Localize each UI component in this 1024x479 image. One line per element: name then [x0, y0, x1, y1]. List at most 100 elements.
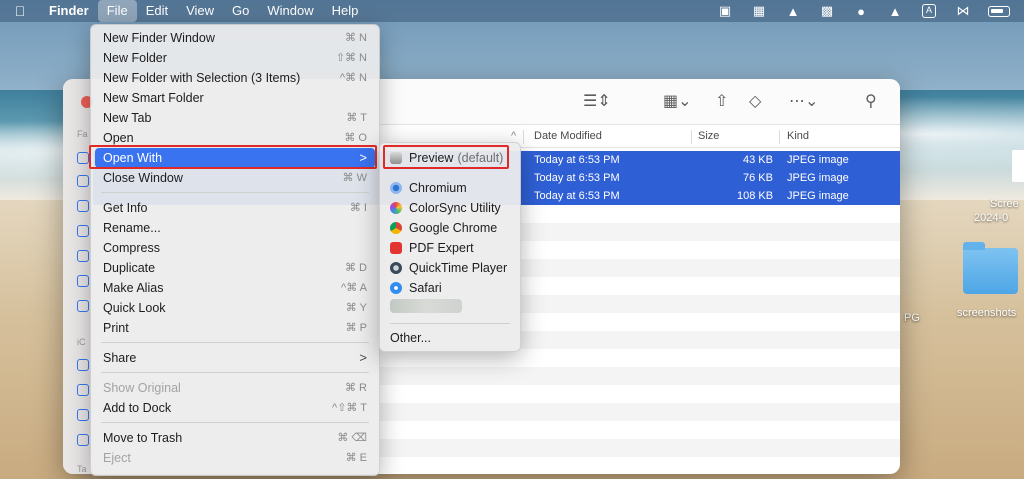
- menu-item-compress[interactable]: Compress: [91, 238, 379, 258]
- menu-item-label: New Folder: [103, 51, 167, 65]
- menu-separator: [101, 342, 369, 343]
- wechat-icon[interactable]: ●: [844, 4, 878, 19]
- row-date: Today at 6:53 PM: [534, 172, 620, 184]
- menu-shortcut: ⌘ I: [349, 202, 367, 214]
- chrome-icon: [390, 222, 402, 234]
- sidebar-icloud-icon[interactable]: [77, 359, 89, 371]
- sidebar-documents-icon[interactable]: [77, 275, 89, 287]
- penguin-icon[interactable]: ▲: [776, 4, 810, 19]
- annotation-box-preview: [383, 145, 509, 169]
- sidebar-home-icon[interactable]: [77, 300, 89, 312]
- upload-icon[interactable]: ▲: [878, 4, 912, 19]
- menu-file[interactable]: File: [97, 0, 137, 22]
- menu-item-duplicate[interactable]: Duplicate ⌘ D: [91, 258, 379, 278]
- menu-item-new-tab[interactable]: New Tab ⌘ T: [91, 108, 379, 128]
- menu-item-show-original: Show Original ⌘ R: [91, 378, 379, 398]
- menu-shortcut: ⌘ Y: [345, 302, 367, 314]
- row-size: 76 KB: [743, 172, 773, 184]
- sort-chevron-icon[interactable]: ^: [511, 130, 516, 142]
- submenu-item-colorsync[interactable]: ColorSync Utility: [390, 198, 501, 218]
- pdf-expert-icon: [390, 242, 402, 254]
- menu-item-get-info[interactable]: Get Info ⌘ I: [91, 198, 379, 218]
- sidebar-airdrop-icon[interactable]: [77, 152, 89, 164]
- menu-help[interactable]: Help: [323, 0, 368, 22]
- menu-item-label: Open: [103, 131, 134, 145]
- row-kind: JPEG image: [787, 154, 849, 166]
- menu-shortcut: ⌘ R: [345, 382, 367, 394]
- submenu-item-label: Other...: [390, 331, 431, 345]
- menu-item-print[interactable]: Print ⌘ P: [91, 318, 379, 338]
- menu-item-label: Add to Dock: [103, 401, 172, 415]
- menu-item-label: Show Original: [103, 381, 181, 395]
- menu-item-make-alias[interactable]: Make Alias ^⌘ A: [91, 278, 379, 298]
- column-size[interactable]: Size: [698, 130, 719, 142]
- desktop-file-label-2: 2024-0: [974, 212, 1009, 224]
- menu-item-new-finder-window[interactable]: New Finder Window ⌘ N: [91, 28, 379, 48]
- sidebar-applications-icon[interactable]: [77, 200, 89, 212]
- menu-shortcut: ⌘ D: [345, 262, 367, 274]
- grid-icon[interactable]: ▩: [810, 3, 844, 19]
- menu-item-label: New Smart Folder: [103, 91, 204, 105]
- menu-finder[interactable]: Finder: [40, 0, 98, 22]
- submenu-item-google-chrome[interactable]: Google Chrome: [390, 218, 497, 238]
- menu-item-new-smart-folder[interactable]: New Smart Folder: [91, 88, 379, 108]
- text-input-icon[interactable]: A: [922, 4, 936, 18]
- chevron-right-icon: >: [359, 350, 367, 365]
- sidebar-recents-icon[interactable]: [77, 175, 89, 187]
- sidebar-section-tags: Ta: [77, 464, 87, 474]
- submenu-item-other[interactable]: Other...: [390, 328, 431, 348]
- search-icon[interactable]: ⚲: [865, 91, 877, 111]
- menu-item-move-to-trash[interactable]: Move to Trash ⌘ ⌫: [91, 428, 379, 448]
- menu-item-new-folder-with-selection[interactable]: New Folder with Selection (3 Items) ^⌘ N: [91, 68, 379, 88]
- menu-view[interactable]: View: [177, 0, 223, 22]
- row-kind: JPEG image: [787, 190, 849, 202]
- sidebar-location-icon[interactable]: [77, 409, 89, 421]
- desktop-file-icon[interactable]: [1012, 150, 1024, 182]
- desktop-folder-label: screenshots: [957, 307, 1017, 319]
- menu-edit[interactable]: Edit: [137, 0, 177, 22]
- menu-item-label: New Tab: [103, 111, 152, 125]
- menu-go[interactable]: Go: [223, 0, 258, 22]
- quicktime-icon: [390, 262, 402, 274]
- menu-item-label: Print: [103, 321, 129, 335]
- crop-icon[interactable]: ▣: [708, 3, 742, 19]
- menu-shortcut: ⌘ P: [345, 322, 367, 334]
- menu-item-share[interactable]: Share >: [91, 348, 379, 368]
- battery-icon[interactable]: [988, 5, 1010, 17]
- menu-item-add-to-dock[interactable]: Add to Dock ^⇧⌘ T: [91, 398, 379, 418]
- sidebar-downloads-icon[interactable]: [77, 250, 89, 262]
- menu-window[interactable]: Window: [258, 0, 322, 22]
- submenu-item-safari[interactable]: Safari: [390, 278, 442, 298]
- menu-item-close-window[interactable]: Close Window ⌘ W: [91, 168, 379, 188]
- tag-icon[interactable]: ◇: [749, 91, 761, 111]
- menu-item-eject: Eject ⌘ E: [91, 448, 379, 468]
- submenu-item-label: PDF Expert: [409, 241, 474, 255]
- bluetooth-icon[interactable]: ⋈: [946, 3, 980, 19]
- sidebar-desktop-icon[interactable]: [77, 225, 89, 237]
- share-icon[interactable]: ⇧: [715, 91, 728, 111]
- menu-item-rename[interactable]: Rename...: [91, 218, 379, 238]
- column-kind[interactable]: Kind: [787, 130, 809, 142]
- submenu-item-pdf-expert[interactable]: PDF Expert: [390, 238, 474, 258]
- menu-item-new-folder[interactable]: New Folder ⇧⌘ N: [91, 48, 379, 68]
- desktop-file-label: Scree: [990, 198, 1019, 210]
- annotation-box-open-with: [89, 145, 377, 169]
- submenu-item-chromium[interactable]: Chromium: [390, 178, 467, 198]
- submenu-item-quicktime[interactable]: QuickTime Player: [390, 258, 507, 278]
- menu-shortcut: ^⌘ A: [341, 282, 367, 294]
- layout-icon[interactable]: ▦: [742, 3, 776, 19]
- sidebar-network-icon[interactable]: [77, 434, 89, 446]
- column-date-modified[interactable]: Date Modified: [534, 130, 602, 142]
- list-view-icon[interactable]: ☰⇕: [583, 91, 611, 111]
- apple-icon[interactable]: : [0, 3, 40, 19]
- group-icon[interactable]: ▦⌄: [663, 91, 692, 111]
- menu-item-label: Make Alias: [103, 281, 164, 295]
- more-actions-icon[interactable]: ⋯⌄: [789, 91, 818, 111]
- menu-item-quick-look[interactable]: Quick Look ⌘ Y: [91, 298, 379, 318]
- menu-shortcut: ⌘ N: [345, 32, 367, 44]
- file-menu: New Finder Window ⌘ N New Folder ⇧⌘ N New …: [90, 24, 380, 476]
- folder-icon[interactable]: [963, 242, 1018, 294]
- blurred-app-item[interactable]: [390, 299, 462, 313]
- sidebar-shared-icon[interactable]: [77, 384, 89, 396]
- menu-item-label: Compress: [103, 241, 160, 255]
